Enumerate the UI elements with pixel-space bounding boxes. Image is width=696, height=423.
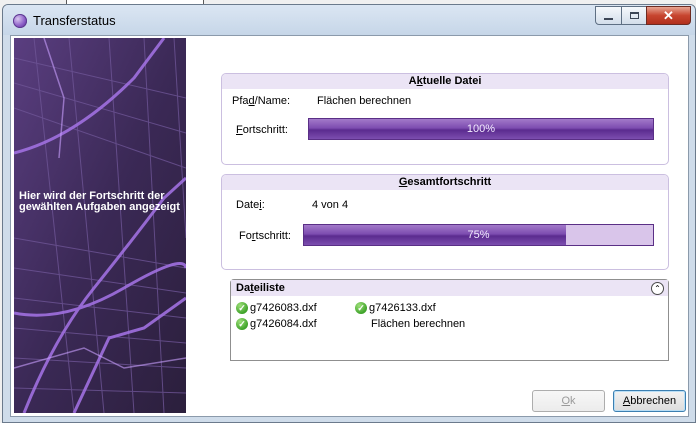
current-file-progress-bar: 100% [308,118,654,140]
maximize-button[interactable] [621,6,647,25]
check-icon: ✓ [355,302,367,314]
close-icon: ✕ [663,7,674,23]
side-banner: Hier wird der Fortschritt der gewählten … [14,38,186,413]
cancel-button[interactable]: Abbrechen [613,390,686,412]
file-count-value: 4 von 4 [312,199,349,211]
file-list-panel: Dateiliste ⌃ ✓ g7426083.dxf ✓ g7426133.d… [230,279,669,361]
check-icon: ✓ [236,318,248,330]
path-value: Flächen berechnen [317,95,412,107]
file-name: g7426133.dxf [369,302,436,314]
overall-progress-group: Gesamtfortschritt Datei: 4 von 4 Fortsch… [221,174,669,270]
dialog-client-area: Hier wird der Fortschritt der gewählten … [10,35,689,417]
task-name: Flächen berechnen [371,318,466,330]
banner-description: Hier wird der Fortschritt der gewählten … [19,190,180,213]
minimize-icon [604,17,613,20]
file-list-header: Dateiliste [231,280,668,296]
title-bar[interactable]: Transferstatus ✕ [3,5,695,35]
file-count-label: Datei: [236,199,265,211]
close-button[interactable]: ✕ [646,6,691,25]
window-title: Transferstatus [33,13,116,28]
current-file-group: Aktuelle Datei Pfad/Name: Flächen berech… [221,73,669,165]
file-name: g7426084.dxf [250,318,317,330]
overall-progress-header: Gesamtfortschritt [222,175,668,190]
list-item[interactable]: ✓ g7426084.dxf [236,318,317,330]
check-icon: ✓ [236,302,248,314]
overall-progress-label: Fortschritt: [239,230,291,242]
path-label: Pfad/Name: [232,95,291,107]
street-map-illustration [14,38,186,413]
list-item[interactable]: ✓ g7426083.dxf [236,302,317,314]
app-orb-icon [13,14,27,28]
list-item[interactable]: ✓ g7426133.dxf [355,302,436,314]
chevron-up-icon[interactable]: ⌃ [651,282,664,295]
current-file-header: Aktuelle Datei [222,74,668,89]
maximize-icon [629,12,639,19]
overall-progress-text: 75% [467,229,490,241]
transfer-status-window: Transferstatus ✕ Hier wird der Fortschri… [2,4,696,423]
list-item[interactable]: Flächen berechnen [371,318,465,330]
overall-progress-bar: 75% [303,224,654,246]
minimize-button[interactable] [595,6,622,25]
ok-button[interactable]: Ok [532,390,605,412]
current-progress-label: Fortschritt: [236,124,288,136]
file-name: g7426083.dxf [250,302,317,314]
current-file-progress-text: 100% [466,123,496,135]
